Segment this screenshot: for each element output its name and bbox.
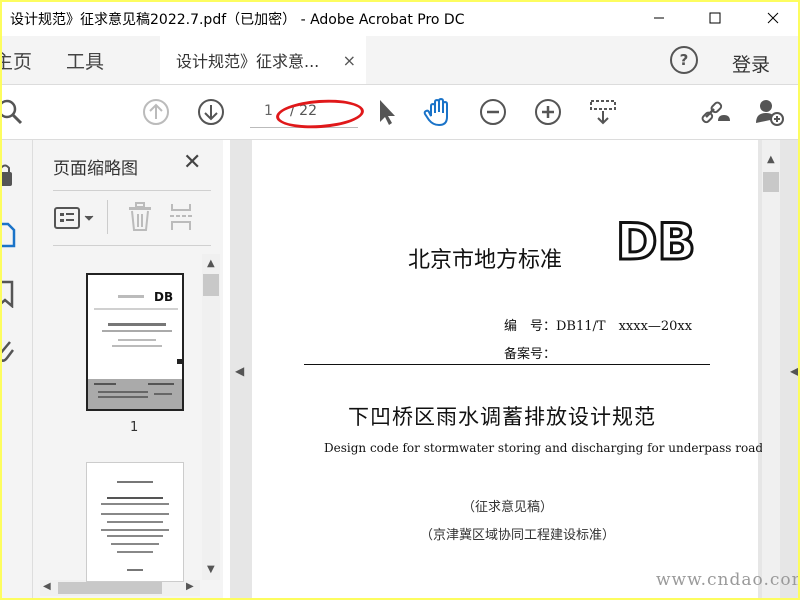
scroll-down-icon[interactable]: ▼ (207, 564, 215, 575)
record-number: 备案号： (504, 347, 557, 362)
tab-document[interactable]: 设计规范》征求意... × (160, 36, 366, 84)
zoom-in-icon[interactable] (530, 94, 566, 130)
maximize-icon[interactable] (692, 2, 738, 34)
panel-close-icon[interactable]: ✕ (183, 150, 201, 175)
close-icon[interactable] (750, 2, 796, 34)
document-title-cn: 下凹桥区雨水调蓄排放设计规范 (348, 405, 656, 429)
minimize-icon[interactable] (636, 2, 682, 34)
panel-title: 页面缩略图 (53, 159, 138, 179)
scroll-up-icon[interactable]: ▲ (207, 258, 215, 269)
add-user-icon[interactable] (752, 94, 788, 130)
page-split-icon[interactable] (169, 202, 195, 236)
panel-hscrollbar[interactable]: ◀ ▶ (40, 580, 200, 596)
standard-code: 编 号：DB11/T xxxx—20xx (504, 319, 693, 334)
svg-text:DB: DB (154, 290, 173, 304)
db-logo-text: DB (616, 215, 696, 265)
page-thumbnail-2[interactable] (86, 462, 184, 582)
hand-tool-icon[interactable] (420, 94, 456, 130)
tab-tools[interactable]: 工具 (66, 36, 104, 84)
divider (107, 200, 108, 234)
panel-scrollbar[interactable]: ▲ ▼ (202, 254, 220, 580)
standard-label: （京津冀区域协同工程建设标准） (420, 528, 616, 543)
acrobat-window: 设计规范》征求意见稿2022.7.pdf（已加密） - Adobe Acroba… (2, 2, 798, 598)
current-page[interactable]: 1 (264, 103, 273, 119)
document-title-en: Design code for stormwater storing and d… (324, 441, 764, 455)
hscroll-thumb[interactable] (58, 582, 162, 594)
share-link-icon[interactable] (698, 94, 734, 130)
document-scrollbar[interactable]: ▲ (762, 140, 780, 598)
prev-page-icon[interactable] (138, 94, 174, 130)
help-icon[interactable]: ? (670, 46, 698, 74)
scroll-right-icon[interactable]: ▶ (186, 581, 194, 592)
thumbnail-page-number: 1 (130, 420, 139, 435)
toolbar: 1 / 22 (2, 85, 798, 140)
expand-right-panel-icon[interactable]: ◀ (790, 364, 798, 378)
draft-label: （征求意见稿） (462, 500, 554, 515)
scroll-mode-icon[interactable] (585, 94, 621, 130)
scroll-left-icon[interactable]: ◀ (43, 581, 51, 592)
divider (53, 245, 211, 246)
zoom-out-icon[interactable] (475, 94, 511, 130)
watermark-text: www.cndao.com (656, 570, 798, 590)
divider (53, 190, 211, 191)
tab-document-label: 设计规范》征求意... (176, 52, 320, 71)
left-rail (2, 140, 32, 598)
tab-bar: 主页 工具 设计规范》征求意... × ? 登录 (2, 36, 798, 85)
search-icon[interactable] (2, 94, 30, 130)
lock-icon[interactable] (2, 162, 16, 192)
page-header-title: 北京市地方标准 (408, 248, 563, 273)
page-thumbnail-1[interactable]: DB (86, 273, 184, 411)
close-tab-icon[interactable]: × (343, 51, 356, 70)
trash-icon[interactable] (127, 202, 153, 236)
next-page-icon[interactable] (193, 94, 229, 130)
db-logo: DB (614, 212, 710, 273)
scroll-up-icon[interactable]: ▲ (767, 154, 775, 165)
thumbnail-options-icon[interactable] (53, 204, 97, 236)
page-thumbnails-icon[interactable] (2, 220, 16, 252)
pdf-page: 北京市地方标准 DB 编 号：DB11/T xxxx—20xx 备案号： 下凹桥… (252, 140, 763, 598)
window-title: 设计规范》征求意见稿2022.7.pdf（已加密） - Adobe Acroba… (10, 12, 465, 28)
horizontal-rule (304, 364, 710, 365)
bookmark-icon[interactable] (2, 280, 16, 312)
tab-home[interactable]: 主页 (2, 36, 32, 84)
scroll-thumb[interactable] (203, 274, 219, 296)
title-bar: 设计规范》征求意见稿2022.7.pdf（已加密） - Adobe Acroba… (2, 2, 798, 34)
thumbnail-footer (88, 379, 182, 409)
thumbnail-resize-handle[interactable] (177, 359, 182, 364)
collapse-panel-icon[interactable]: ◀ (235, 364, 244, 378)
scroll-thumb[interactable] (763, 172, 779, 192)
select-cursor-icon[interactable] (368, 94, 404, 130)
attachment-icon[interactable] (2, 336, 16, 368)
login-button[interactable]: 登录 (732, 50, 770, 77)
